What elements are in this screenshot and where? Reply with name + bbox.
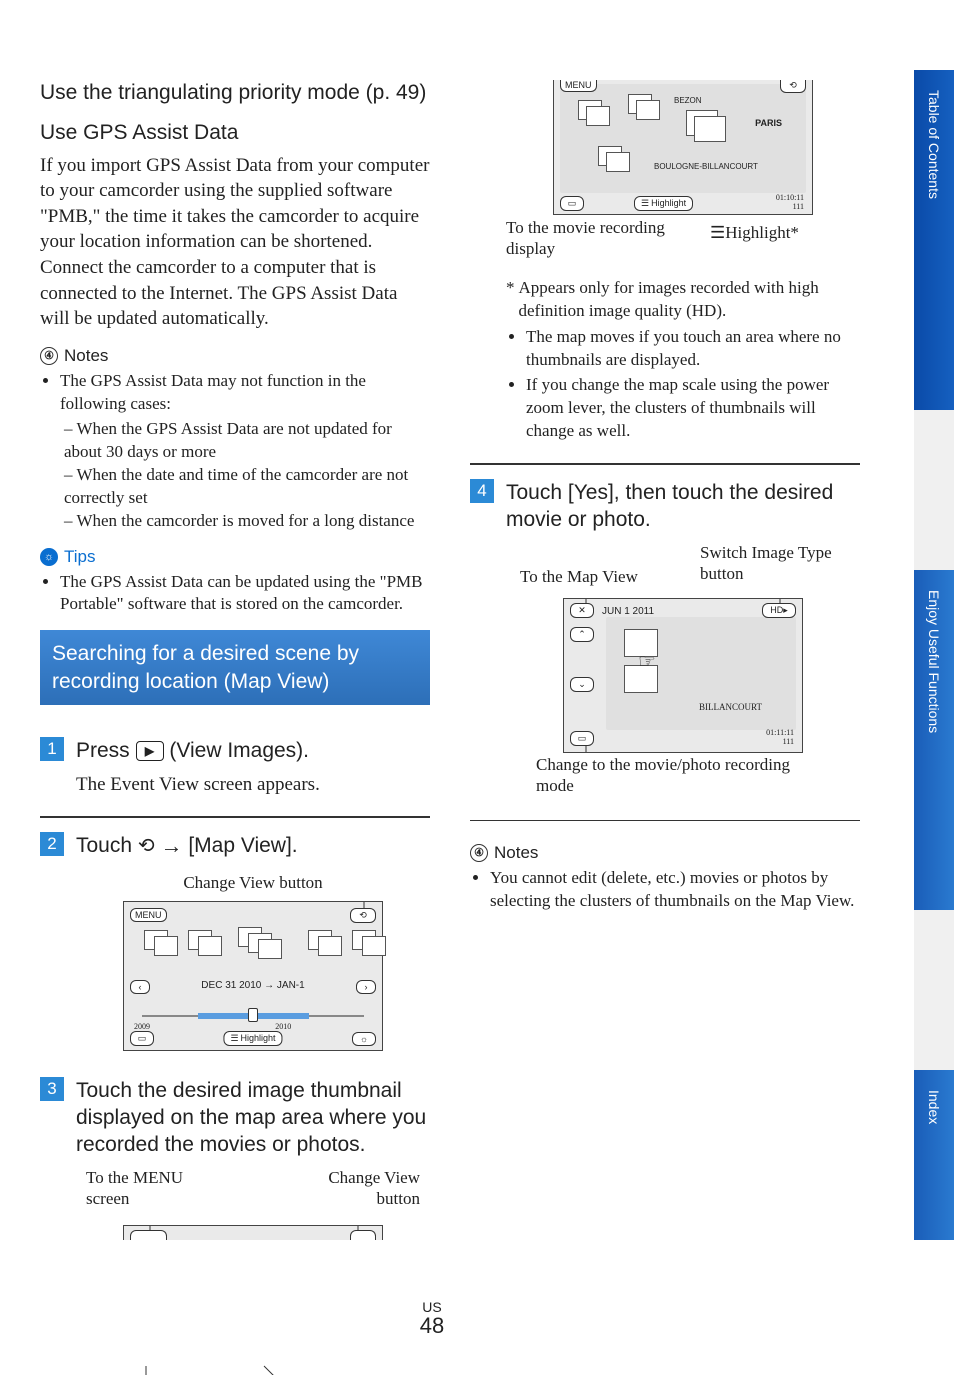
step-2-title: Touch ⟲ → [Map View]. <box>76 832 430 861</box>
event-view-screenshot: MENU ⟲ ‹ DEC 31 2010 → JAN-1 › <box>123 901 383 1051</box>
up-button-shot4: ⌃ <box>570 627 594 642</box>
rec-button-shot4: ▭ <box>570 731 594 746</box>
step-3-title: Touch the desired image thumbnail displa… <box>76 1077 430 1159</box>
callout-switchtype: Switch Image Type button <box>700 542 860 585</box>
date-label: JUN 1 2011 <box>602 606 654 617</box>
map-detail-screenshot: ✕ JUN 1 2011 HD ▸ ⌃ ⌄ ▭ ☞ BILLANCOURT 01… <box>563 598 803 753</box>
tab-index[interactable]: Index <box>914 1070 954 1240</box>
step-3-footnote: *Appears only for images recorded with h… <box>506 277 860 323</box>
tab-functions[interactable]: Enjoy Useful Functions <box>914 570 954 910</box>
notes-heading-2: ④ Notes <box>470 843 860 863</box>
type-button-shot4: HD ▸ <box>762 603 796 618</box>
mode-button-shot: ☼ <box>352 1032 376 1046</box>
notes-heading-1: ④ Notes <box>40 346 430 366</box>
highlight-button-shot3: ☰Highlight <box>634 196 693 211</box>
highlight-button-shot: ☰Highlight <box>223 1031 282 1046</box>
callout-recmode: Change to the movie/photo recording mode <box>536 754 796 797</box>
close-button-shot4: ✕ <box>570 603 594 618</box>
tips-heading: ☼ Tips <box>40 547 430 567</box>
callout-highlight: ☰Highlight* <box>710 222 850 243</box>
view-images-icon: ▶ <box>136 741 164 761</box>
change-view-icon: ⟲ <box>138 835 155 857</box>
step-number-4: 4 <box>470 479 494 503</box>
callout-menu: To the MENU screen <box>86 1167 196 1210</box>
step-1: 1 Press ▶ (View Images). The Event View … <box>40 723 430 817</box>
down-button-shot4: ⌄ <box>570 677 594 692</box>
gps-assist-body: If you import GPS Assist Data from your … <box>40 153 430 332</box>
tips-label: Tips <box>64 547 96 567</box>
page-number: US 48 <box>0 1299 864 1337</box>
rec-button-shot3: ▭ <box>560 196 584 211</box>
timeline-bar: 2009 2010 <box>142 1008 364 1024</box>
tab-spacer <box>914 410 954 570</box>
notes-label: Notes <box>494 843 538 863</box>
step-number-2: 2 <box>40 832 64 856</box>
next-button-shot: › <box>356 980 376 994</box>
step-3-bullet: If you change the map scale using the po… <box>526 374 860 443</box>
notes-icon: ④ <box>470 844 488 862</box>
callout-rec: To the movie recording display <box>506 217 676 260</box>
triangulating-heading: Use the triangulating priority mode (p. … <box>40 80 430 106</box>
counter: 01:10:11 111 <box>776 193 804 211</box>
map-label: BOULOGNE-BILLANCOURT <box>654 162 758 171</box>
step-4: 4 Touch [Yes], then touch the desired mo… <box>470 464 860 820</box>
map-label: BEZON <box>674 96 702 105</box>
tip-item: The GPS Assist Data can be updated using… <box>60 571 430 617</box>
note-item: You cannot edit (delete, etc.) movies or… <box>490 867 860 913</box>
step-number-3: 3 <box>40 1077 64 1101</box>
step-2: 2 Touch ⟲ → [Map View]. Change View butt… <box>40 817 430 1077</box>
step-3-bullet: The map moves if you touch an area where… <box>526 326 860 372</box>
note-subitem: When the date and time of the camcorder … <box>64 464 430 510</box>
menu-button-shot: MENU <box>130 908 167 922</box>
counter: 01:11:11 111 <box>766 728 794 746</box>
step-4-title: Touch [Yes], then touch the desired movi… <box>506 479 860 534</box>
highlight-clip-icon: ☰ <box>710 223 725 242</box>
note-item: The GPS Assist Data may not function in … <box>60 370 430 416</box>
prev-button-shot: ‹ <box>130 980 150 994</box>
callout-mapview: To the Map View <box>520 566 660 587</box>
note-subitem: When the camcorder is moved for a long d… <box>64 510 430 533</box>
step-1-title: Press ▶ (View Images). <box>76 737 430 764</box>
date-display: DEC 31 2010 → JAN-1 <box>201 980 304 991</box>
step-1-body: The Event View screen appears. <box>76 772 430 798</box>
arrow-icon: → <box>160 833 182 858</box>
gps-assist-heading: Use GPS Assist Data <box>40 120 430 146</box>
notes-icon: ④ <box>40 347 58 365</box>
step-2-callout: Change View button <box>76 873 430 893</box>
change-view-button-shot: ⟲ <box>350 908 376 923</box>
rec-button-shot: ▭ <box>130 1031 154 1046</box>
notes-label: Notes <box>64 346 108 366</box>
callout-changeview: Change View button <box>300 1167 420 1210</box>
side-tabs: Table of Contents Enjoy Useful Functions… <box>914 70 954 1240</box>
step-number-1: 1 <box>40 737 64 761</box>
section-bar-map-view: Searching for a desired scene by recordi… <box>40 630 430 705</box>
tab-toc[interactable]: Table of Contents <box>914 70 954 410</box>
note-subitem: When the GPS Assist Data are not updated… <box>64 418 430 464</box>
tab-spacer <box>914 910 954 1070</box>
tips-icon: ☼ <box>40 548 58 566</box>
map-label: PARIS <box>755 118 782 128</box>
map-label: BILLANCOURT <box>699 702 762 712</box>
